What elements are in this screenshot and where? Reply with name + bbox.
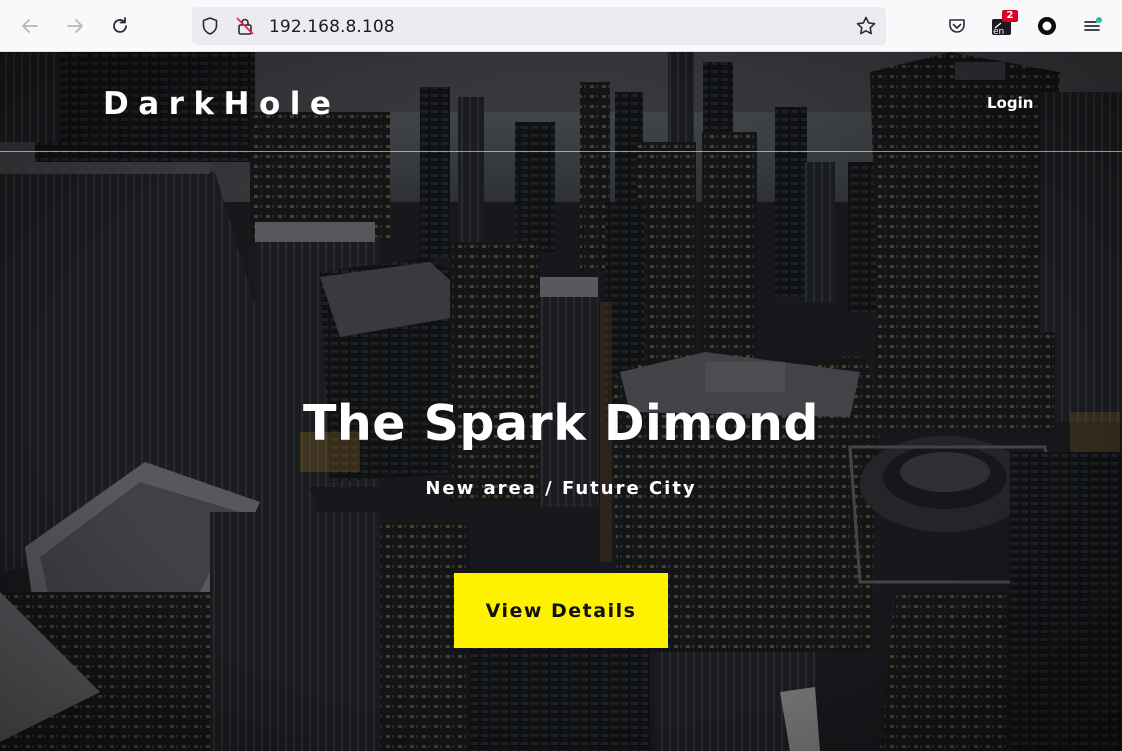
forward-arrow-icon[interactable] bbox=[63, 14, 87, 38]
insecure-lock-icon[interactable] bbox=[233, 14, 257, 38]
menu-icon[interactable] bbox=[1080, 14, 1104, 38]
address-bar[interactable]: 192.168.8.108 bbox=[192, 7, 886, 45]
reload-icon[interactable] bbox=[108, 14, 132, 38]
view-details-button[interactable]: View Details bbox=[454, 573, 668, 648]
extension-badge: 2 bbox=[1002, 10, 1018, 22]
extension-circle-icon[interactable] bbox=[1035, 14, 1059, 38]
nav-login-link[interactable]: Login bbox=[987, 94, 1033, 112]
browser-toolbar: 192.168.8.108 en 2 bbox=[0, 0, 1122, 52]
extension-label: en bbox=[993, 27, 1005, 37]
site-brand-logo[interactable]: DarkHole bbox=[103, 86, 340, 122]
hero-subheadline: New area / Future City bbox=[425, 478, 697, 499]
pocket-icon[interactable] bbox=[945, 14, 969, 38]
back-arrow-icon[interactable] bbox=[18, 14, 42, 38]
hero-section: DarkHole Login The Spark Dimond New area… bbox=[0, 52, 1122, 751]
hero-headline: The Spark Dimond bbox=[303, 395, 819, 452]
nav-divider bbox=[0, 151, 1122, 152]
bookmark-star-icon[interactable] bbox=[854, 14, 878, 38]
url-text: 192.168.8.108 bbox=[269, 17, 395, 37]
tracking-shield-icon[interactable] bbox=[198, 14, 222, 38]
